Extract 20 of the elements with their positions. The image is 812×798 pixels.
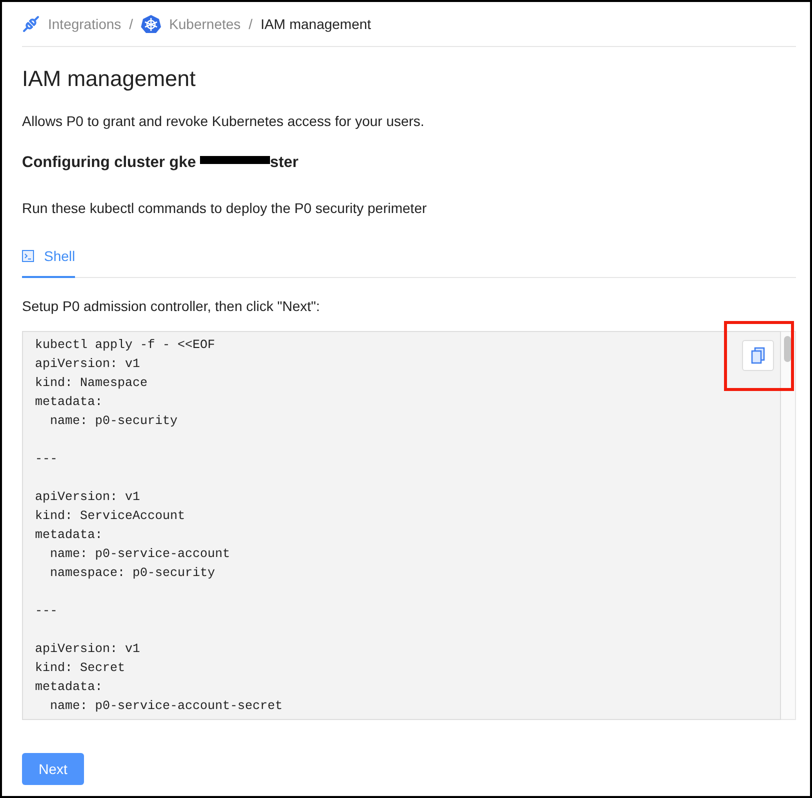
cluster-heading: Configuring cluster gke bbox=[22, 153, 196, 173]
breadcrumb-link[interactable]: Kubernetes bbox=[169, 16, 241, 32]
copy-icon bbox=[751, 347, 765, 364]
current-page-crumb: IAM management bbox=[260, 16, 372, 32]
terminal-icon bbox=[22, 250, 34, 262]
scrollbar[interactable] bbox=[781, 331, 796, 720]
plug-icon bbox=[22, 15, 40, 33]
page-title: IAM management bbox=[22, 65, 197, 93]
code-block: kubectl apply -f - <<EOF apiVersion: v1 kind: Namespace metadata: name: p0-security --- apiVersion: v1 kind: ServiceAccount metadata: name: p0-service-account namespace: p0-security --- apiVersion: v1 kind: Secret metadata: name: p0-service-account-secret bbox=[22, 331, 781, 720]
instructions-text: Run these kubectl commands to deploy the P0 security perimeter bbox=[22, 199, 428, 218]
step-text: Setup P0 admission controller, then click "Next": bbox=[22, 297, 321, 316]
breadcrumb-separator: / bbox=[248, 16, 253, 32]
shell-tab[interactable]: Shell bbox=[22, 248, 76, 278]
page-description: Allows P0 to grant and revoke Kubernetes access for your users. bbox=[22, 112, 426, 131]
breadcrumb-link[interactable]: Integrations bbox=[48, 16, 122, 32]
next-button[interactable]: Next bbox=[22, 753, 84, 785]
copy-button[interactable] bbox=[742, 340, 774, 371]
breadcrumb-separator: / bbox=[129, 16, 134, 32]
cluster-heading: ster bbox=[270, 153, 298, 173]
helm-wheel-icon bbox=[141, 14, 162, 34]
